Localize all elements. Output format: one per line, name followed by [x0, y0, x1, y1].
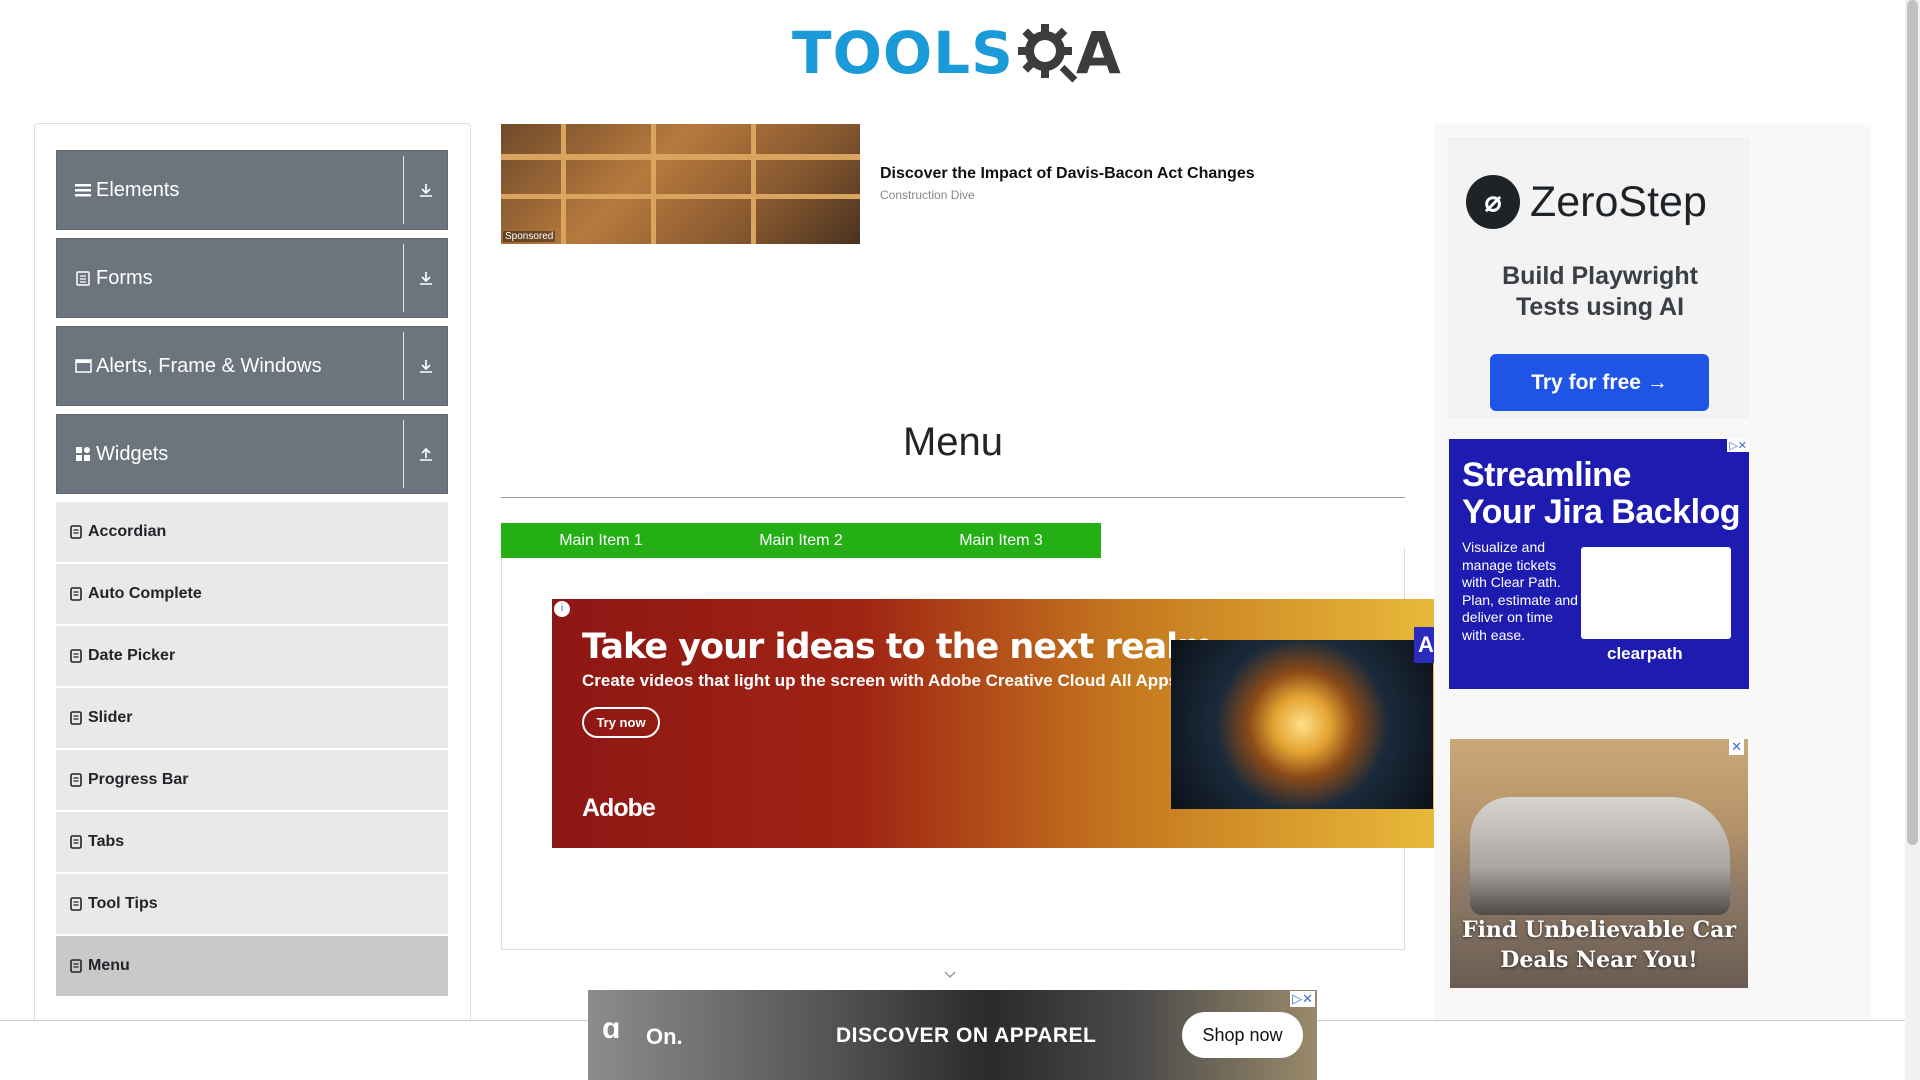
menu-main-item-2[interactable]: Main Item 2 [701, 523, 901, 558]
adobe-ad[interactable]: i Take your ideas to the next realm. Cre… [552, 599, 1434, 848]
item-label: Tool Tips [88, 895, 158, 912]
group-title: Elements [57, 179, 403, 202]
zerostep-tagline-2: Tests using AI [1515, 293, 1685, 321]
sidebar-item-slider[interactable]: Slider [56, 688, 448, 750]
item-label: Progress Bar [88, 771, 189, 788]
adobe-try-now-button[interactable]: Try now [582, 707, 660, 738]
sidebar-group-alerts[interactable]: Alerts, Frame & Windows [56, 326, 448, 406]
sponsored-tag: Sponsored [503, 231, 556, 242]
page-scrollbar-thumb[interactable] [1907, 0, 1918, 845]
group-label: Forms [96, 266, 153, 289]
sidebar-item-auto-complete[interactable]: Auto Complete [56, 564, 448, 626]
ad-close-icon[interactable]: ▷✕ [1727, 439, 1749, 452]
sponsored-title[interactable]: Discover the Impact of Davis-Bacon Act C… [880, 165, 1255, 183]
download-arrow-icon[interactable] [403, 156, 447, 224]
jira-headline-2: Your Jira Backlog [1462, 493, 1741, 531]
group-title: Widgets [57, 443, 403, 466]
sidebar-item-tabs[interactable]: Tabs [56, 812, 448, 874]
jira-body: Visualize and manage tickets with Clear … [1462, 539, 1578, 643]
jira-screenshot [1581, 547, 1731, 639]
car-ad-text-1: Find Unbelievable Car [1461, 917, 1737, 943]
jira-headline-1: Streamline [1462, 456, 1631, 494]
page-title: Menu [902, 420, 1004, 464]
on-ad-text: DISCOVER ON APPAREL [836, 1024, 1097, 1047]
adobe-headline: Take your ideas to the next realm. [582, 627, 1226, 667]
widgets-icon [74, 445, 92, 463]
car-deals-ad[interactable]: ✕ Find Unbelievable Car Deals Near You! [1450, 739, 1748, 988]
item-label: Tabs [88, 833, 125, 850]
item-icon [70, 897, 82, 911]
on-logo-icon: ɑ [602, 1012, 621, 1045]
adchoices-icon[interactable]: i [554, 601, 570, 617]
item-icon [70, 835, 82, 849]
zerostep-try-button[interactable]: Try for free → [1490, 354, 1709, 411]
item-label: Accordian [88, 523, 167, 540]
item-icon [70, 711, 82, 725]
adobe-artwork [1171, 640, 1433, 809]
sidebar-item-tool-tips[interactable]: Tool Tips [56, 874, 448, 936]
jira-ad[interactable]: ▷✕ Streamline Your Jira Backlog Visualiz… [1449, 439, 1749, 689]
sidebar-item-accordian[interactable]: Accordian [56, 502, 448, 564]
chevron-down-icon [944, 971, 956, 979]
sidebar-item-date-picker[interactable]: Date Picker [56, 626, 448, 688]
group-label: Widgets [96, 442, 169, 465]
sidebar-item-menu[interactable]: Menu [56, 936, 448, 998]
upload-arrow-icon[interactable] [403, 420, 447, 488]
left-sidebar: Elements Forms Alerts, Frame & Windows W… [34, 123, 471, 1080]
title-divider [501, 497, 1405, 498]
adobe-logo: Adobe [582, 794, 656, 822]
on-shop-now-button[interactable]: Shop now [1182, 1012, 1303, 1058]
zerostep-ad[interactable]: ⌀ ZeroStep Build Playwright Tests using … [1449, 138, 1749, 418]
window-icon [74, 357, 92, 375]
download-arrow-icon[interactable] [403, 244, 447, 312]
group-label: Elements [96, 178, 180, 201]
item-label: Menu [88, 957, 130, 974]
item-label: Date Picker [88, 647, 176, 664]
suv-image [1470, 797, 1730, 915]
group-label: Alerts, Frame & Windows [96, 354, 322, 377]
gear-q-icon [1017, 24, 1078, 83]
item-icon [70, 525, 82, 539]
logo-tools-text: TOOLS [792, 19, 1014, 87]
adobe-subtext: Create videos that light up the screen w… [582, 671, 1183, 690]
zerostep-logo-icon: ⌀ [1466, 175, 1520, 229]
item-icon [70, 587, 82, 601]
sidebar-group-forms[interactable]: Forms [56, 238, 448, 318]
sponsored-source: Construction Dive [880, 188, 975, 202]
download-arrow-icon[interactable] [403, 332, 447, 400]
item-label: Auto Complete [88, 585, 202, 602]
logo-a-text: A [1075, 19, 1121, 87]
sidebar-group-elements[interactable]: Elements [56, 150, 448, 230]
clearpath-logo: clearpath [1607, 644, 1683, 663]
item-icon [70, 773, 82, 787]
sidebar-item-progress-bar[interactable]: Progress Bar [56, 750, 448, 812]
on-brand: On. [646, 1024, 683, 1049]
item-label: Slider [88, 709, 133, 726]
adobe-corner-tag: Ac [1414, 627, 1434, 663]
item-icon [70, 649, 82, 663]
form-icon [74, 269, 92, 287]
car-ad-text-2: Deals Near You! [1500, 947, 1698, 973]
group-title: Forms [57, 267, 403, 290]
menu-main-item-1[interactable]: Main Item 1 [501, 523, 701, 558]
hamburger-icon [74, 181, 92, 199]
zerostep-tagline-1: Build Playwright [1502, 262, 1698, 290]
sponsored-article[interactable]: Sponsored Discover the Impact of Davis-B… [501, 124, 1381, 244]
item-icon [70, 959, 82, 973]
group-title: Alerts, Frame & Windows [57, 355, 403, 378]
construction-photo: Sponsored [501, 124, 860, 244]
page: TOOLS A Elements Forms Alerts, Frame & W… [0, 0, 1920, 1080]
on-apparel-ad[interactable]: ▷✕ ɑ On. DISCOVER ON APPAREL Shop now [588, 990, 1317, 1080]
zerostep-name: ZeroStep [1530, 177, 1707, 226]
sidebar-group-widgets[interactable]: Widgets [56, 414, 448, 494]
ad-close-icon[interactable]: ▷✕ [1290, 991, 1315, 1007]
widgets-item-list: Accordian Auto Complete Date Picker Slider P… [56, 502, 448, 998]
menu-main-item-3[interactable]: Main Item 3 [901, 523, 1101, 558]
ad-close-icon[interactable]: ✕ [1729, 739, 1744, 755]
main-menu-bar: Main Item 1 Main Item 2 Main Item 3 [501, 523, 1101, 558]
toolsqa-logo[interactable]: TOOLS A [792, 14, 1121, 92]
